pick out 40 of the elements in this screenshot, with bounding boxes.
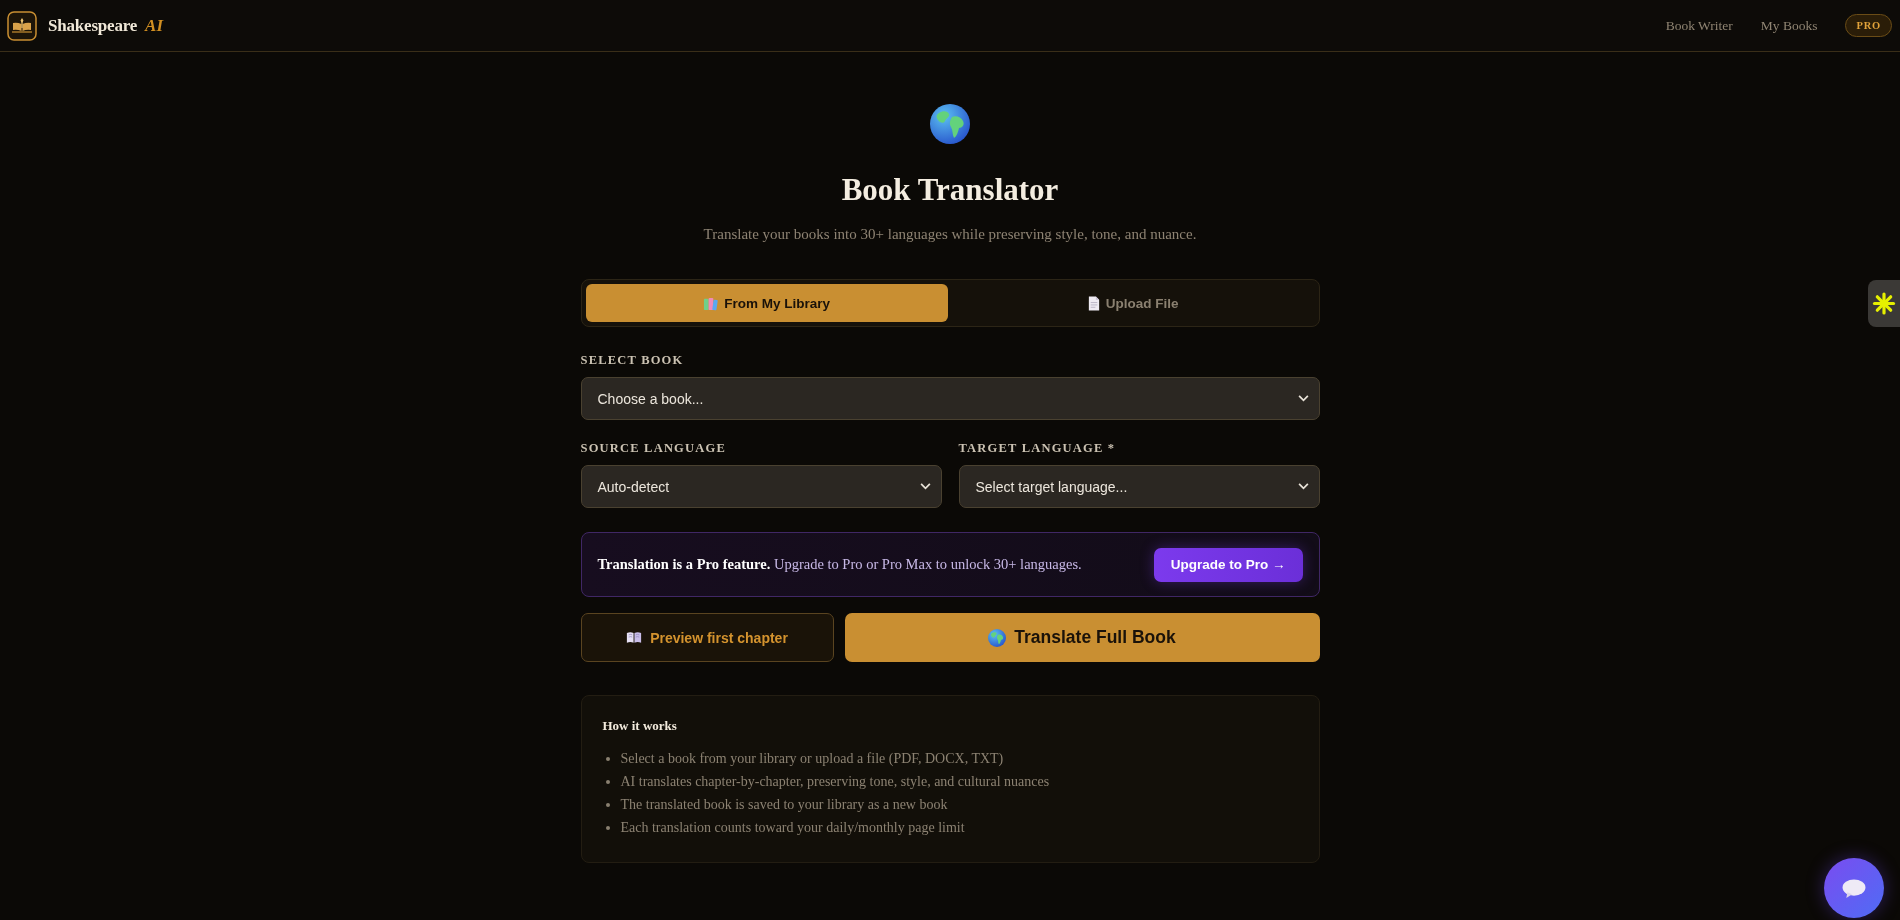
nav-link[interactable]: Book Writer (1665, 17, 1733, 34)
step-text: AI translates chapter-by-chapter, preserving tone, style, and cultural nuances (620, 773, 1050, 790)
field-label: SOURCE LANGUAGE (580, 440, 727, 456)
source-tab[interactable]: From My Library (585, 284, 948, 322)
page-subtitle: Translate your books into 30+ languages while preserving style, tone, and nuance. (703, 225, 1197, 244)
books-icon (703, 295, 719, 311)
globe-icon (988, 628, 1007, 647)
language-select[interactable]: Select target language... (958, 465, 1320, 508)
translate-button[interactable]: Translate Full Book (844, 613, 1320, 662)
field-label: TARGET LANGUAGE * (958, 440, 1117, 456)
bullet-icon (605, 802, 610, 807)
chevron-down-icon (1297, 395, 1309, 402)
upgrade-button[interactable]: Upgrade to Pro → (1153, 547, 1303, 582)
globe-icon (930, 104, 970, 144)
pro-badge[interactable]: PRO (1845, 14, 1892, 37)
chat-button[interactable] (1824, 858, 1884, 918)
step-text: Each translation counts toward your daily/monthly page limit (620, 819, 965, 836)
language-select[interactable]: Auto-detect (580, 465, 942, 508)
chevron-down-icon (1297, 483, 1309, 490)
preview-button[interactable]: Preview first chapter (580, 613, 834, 662)
page-title: Book Translator (841, 172, 1059, 208)
chevron-down-icon (919, 483, 931, 490)
bullet-icon (605, 825, 610, 830)
brand-suffix: AI (145, 15, 164, 36)
nav-link[interactable]: My Books (1760, 17, 1818, 34)
speech-bubble-icon (1841, 877, 1867, 899)
pro-notice-text: Translation is a Pro feature. Upgrade to Pro or Pro Max to unlock 30+ languages. (597, 556, 1082, 573)
brand-name: Shakespeare (48, 15, 138, 36)
bullet-icon (605, 779, 610, 784)
document-icon (1087, 295, 1100, 311)
book-logo-icon[interactable] (7, 10, 37, 41)
asterisk-icon[interactable] (1868, 280, 1900, 327)
step-text: The translated book is saved to your library as a new book (620, 796, 948, 813)
step-text: Select a book from your library or upload a file (PDF, DOCX, TXT) (620, 750, 1004, 767)
source-tab[interactable]: Upload File (952, 284, 1315, 322)
open-book-icon (626, 631, 643, 644)
book-select[interactable]: Choose a book... (580, 377, 1320, 420)
how-it-works-title: How it works (602, 718, 678, 734)
bullet-icon (605, 756, 610, 761)
field-label: SELECT BOOK (580, 352, 685, 368)
